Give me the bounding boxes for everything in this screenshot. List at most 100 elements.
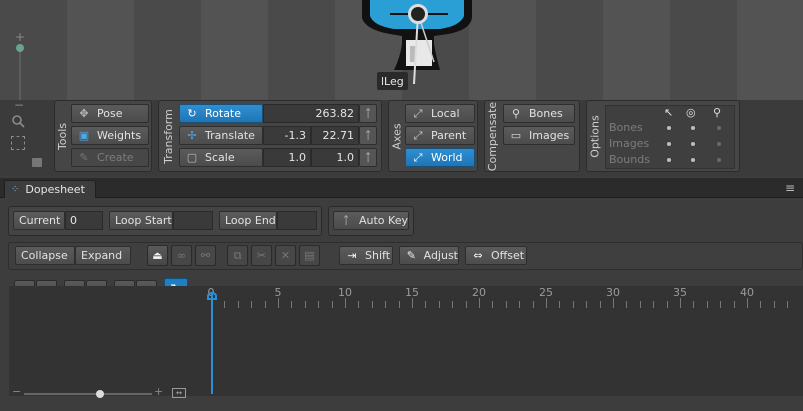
weights-button[interactable]: ▣ Weights	[71, 126, 149, 145]
rotate-value[interactable]: 263.82	[263, 104, 359, 123]
loop-start-label[interactable]: Loop Start	[109, 211, 173, 230]
ruler-label: 40	[740, 286, 754, 299]
fit-view-icon[interactable]	[11, 136, 25, 150]
fit-timeline-icon[interactable]: ↔	[172, 388, 186, 398]
bones-select-toggle[interactable]	[667, 126, 671, 130]
timeline-area[interactable]: 0 5 10 15 20 25 30 35 40	[9, 286, 803, 396]
ruler-tick	[492, 301, 494, 308]
expand-button[interactable]: Expand	[75, 246, 131, 265]
bones-pin-toggle[interactable]	[717, 126, 721, 130]
dopesheet-toolbar: Collapse Expand ⏏ ∞ ⚯ ⧉ ✂ ✕ ▤ ⇥ Shift ✎ Ad…	[8, 242, 803, 270]
dopesheet-tabbar: ⁘ Dopesheet ≡	[0, 178, 803, 198]
bounds-select-toggle[interactable]	[667, 158, 671, 162]
rotate-key-icon[interactable]: ᛏ	[359, 104, 377, 123]
ruler-tick	[358, 301, 360, 308]
bone-joint-icon[interactable]	[408, 4, 428, 24]
copy-icon[interactable]: ⧉	[227, 245, 248, 266]
paste-icon[interactable]: ▤	[299, 245, 320, 266]
axes-local-button[interactable]: ⤢ Local	[405, 104, 475, 123]
compensate-title: Compensate	[486, 101, 500, 171]
loop-end-input[interactable]	[277, 211, 317, 230]
ruler-tick	[224, 301, 226, 308]
adjust-icon: ✎	[406, 249, 416, 262]
bones-visible-toggle[interactable]	[691, 126, 695, 130]
translate-button[interactable]: ✢ Translate	[179, 126, 263, 145]
images-select-toggle[interactable]	[667, 142, 671, 146]
images-pin-toggle[interactable]	[717, 142, 721, 146]
parent-icon: ⤢	[413, 128, 423, 142]
timeline-zoom-out-icon[interactable]: −	[12, 385, 21, 398]
auto-key-button[interactable]: ᛏ Auto Key	[333, 211, 409, 230]
ruler-tick	[505, 301, 507, 308]
compensate-images-button[interactable]: ▭ Images	[503, 126, 575, 145]
pose-icon: ✥	[79, 107, 89, 120]
ruler-tick	[586, 301, 588, 308]
magnifier-icon[interactable]	[11, 114, 25, 128]
ruler-tick	[465, 301, 467, 308]
lock-icon[interactable]	[32, 158, 42, 167]
collapse-button[interactable]: Collapse	[15, 246, 75, 265]
loop-start-input[interactable]	[173, 211, 213, 230]
compensate-bones-button[interactable]: ⚲ Bones	[503, 104, 575, 123]
axes-world-button[interactable]: ⤢ World	[405, 148, 475, 167]
translate-key-icon[interactable]: ᛏ	[359, 126, 377, 145]
bone-label: lLeg	[377, 72, 408, 90]
skeleton-viewport[interactable]: lLeg +	[0, 0, 803, 100]
ruler-tick	[345, 298, 346, 308]
scale-y-value[interactable]: 1.0	[311, 148, 359, 167]
create-button[interactable]: ✎ Create	[71, 148, 149, 167]
link-icon[interactable]: ∞	[171, 245, 192, 266]
axes-parent-button[interactable]: ⤢ Parent	[405, 126, 475, 145]
ruler-label: 30	[606, 286, 620, 299]
adjust-button[interactable]: ✎ Adjust	[399, 246, 459, 265]
images-visible-toggle[interactable]	[691, 142, 695, 146]
translate-y-value[interactable]: 22.71	[311, 126, 359, 145]
zoom-in-icon[interactable]: +	[15, 30, 25, 44]
lock-keys-icon[interactable]: ⏏	[147, 245, 168, 266]
scale-x-value[interactable]: 1.0	[263, 148, 311, 167]
loop-end-label[interactable]: Loop End	[219, 211, 277, 230]
ruler-tick	[264, 301, 266, 308]
scale-key-icon[interactable]: ᛏ	[359, 148, 377, 167]
options-panel: Options ↖ ◎ ⚲ Bones Images Bounds	[586, 100, 740, 172]
timeline-zoom-knob[interactable]	[96, 390, 104, 398]
playhead[interactable]	[211, 294, 213, 394]
delete-icon[interactable]: ✕	[275, 245, 296, 266]
ruler-tick	[760, 301, 762, 308]
shift-button[interactable]: ⇥ Shift	[339, 246, 393, 265]
timeline-zoom-slider[interactable]: − +	[12, 385, 163, 398]
ruler-label: 35	[673, 286, 687, 299]
zoom-knob[interactable]	[16, 44, 24, 52]
ruler-tick	[613, 298, 614, 308]
tool-panels: − Tools ✥ Pose ▣ Weights ✎ Create Transform…	[0, 98, 803, 176]
panel-menu-icon[interactable]: ≡	[785, 181, 795, 195]
offset-icon: ⇔	[473, 249, 483, 262]
ruler-label: 25	[539, 286, 553, 299]
bones-icon: ⚲	[511, 107, 521, 120]
auto-key-group: ᛏ Auto Key	[328, 206, 414, 236]
pin-icon: ⚲	[713, 106, 722, 119]
offset-button[interactable]: ⇔ Offset	[465, 246, 527, 265]
ruler-tick	[626, 301, 628, 308]
translate-x-value[interactable]: -1.3	[263, 126, 311, 145]
scale-button[interactable]: ▢ Scale	[179, 148, 263, 167]
ruler-tick	[371, 301, 373, 308]
options-title: Options	[588, 114, 602, 158]
zoom-slider[interactable]: +	[13, 30, 27, 100]
bounds-visible-toggle[interactable]	[691, 158, 695, 162]
compensate-panel: Compensate ⚲ Bones ▭ Images	[484, 100, 580, 172]
ruler-tick	[733, 301, 735, 308]
frame-ruler[interactable]: 0 5 10 15 20 25 30 35 40	[9, 286, 803, 308]
unlink-icon[interactable]: ⚯	[195, 245, 216, 266]
rotate-icon: ↻	[187, 107, 197, 120]
options-row-images: Images	[609, 137, 650, 150]
pose-button[interactable]: ✥ Pose	[71, 104, 149, 123]
bounds-pin-toggle[interactable]	[717, 158, 721, 162]
cut-icon[interactable]: ✂	[251, 245, 272, 266]
rotate-button[interactable]: ↻ Rotate	[179, 104, 263, 123]
timeline-zoom-in-icon[interactable]: +	[154, 385, 163, 398]
ruler-label: 15	[405, 286, 419, 299]
zoom-out-icon[interactable]: −	[14, 98, 24, 112]
current-frame-input[interactable]: 0	[65, 211, 103, 230]
tab-dopesheet[interactable]: ⁘ Dopesheet	[4, 180, 96, 198]
